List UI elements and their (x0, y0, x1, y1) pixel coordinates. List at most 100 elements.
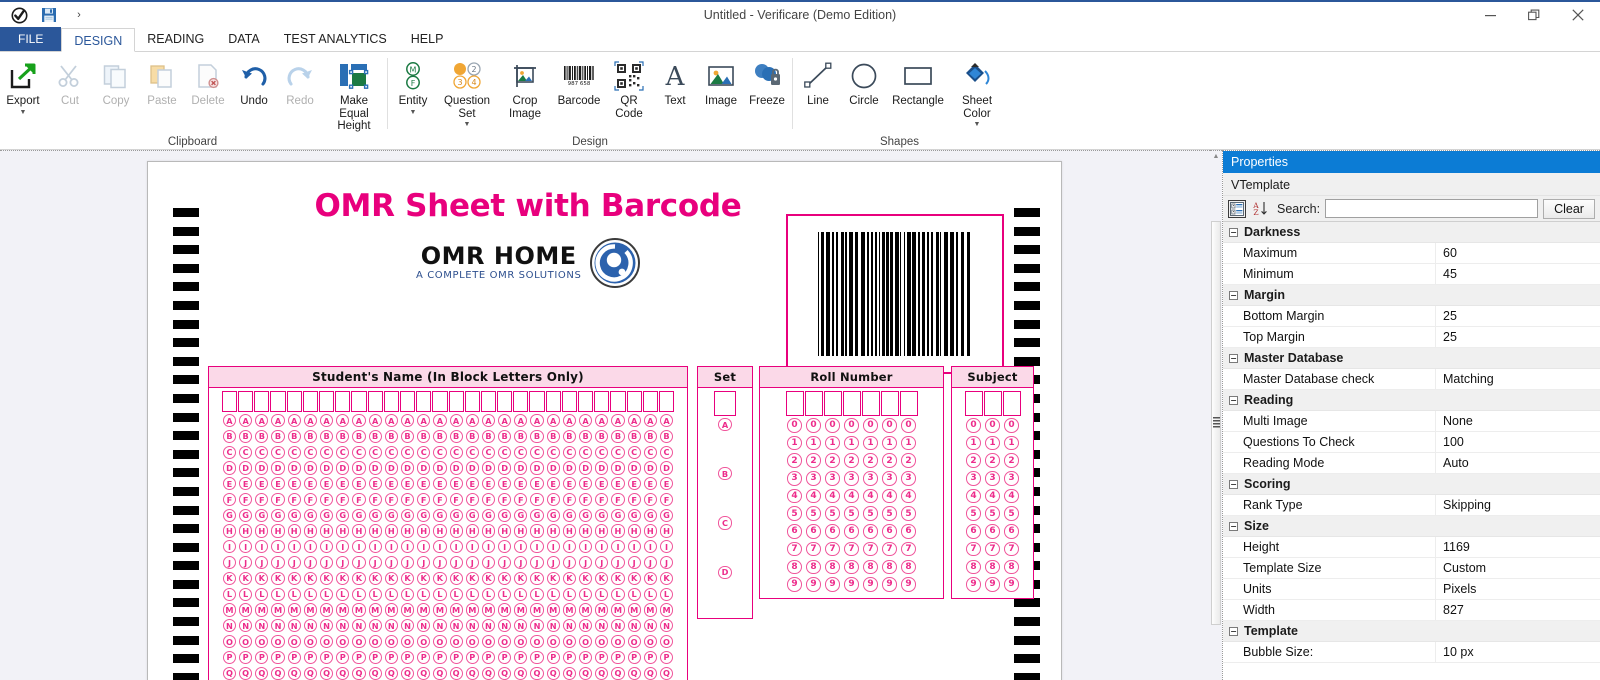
bubble[interactable]: 4 (863, 488, 878, 504)
bubble[interactable]: P (368, 650, 382, 664)
bubble[interactable]: H (384, 524, 398, 538)
write-in-box[interactable] (861, 391, 880, 416)
bubble[interactable]: D (611, 461, 625, 475)
property-row[interactable]: Width 827 (1223, 599, 1600, 621)
bubble[interactable]: G (481, 508, 496, 522)
bubble[interactable]: K (659, 571, 674, 585)
bubble[interactable]: J (481, 556, 496, 570)
bubble[interactable]: Q (255, 666, 269, 680)
scrollbar-thumb[interactable] (1211, 220, 1221, 625)
bubble[interactable]: D (530, 461, 544, 475)
bubble[interactable]: B (643, 429, 657, 443)
bubble[interactable]: J (417, 556, 431, 570)
bubble[interactable]: 1 (901, 435, 916, 451)
bubble[interactable]: I (498, 540, 512, 554)
property-value[interactable]: 1169 (1435, 536, 1600, 558)
bubble[interactable]: L (271, 587, 285, 601)
bubble[interactable]: L (627, 587, 641, 601)
bubble[interactable]: G (611, 508, 625, 522)
bubble[interactable]: G (514, 508, 528, 522)
bubble[interactable]: P (320, 650, 334, 664)
bubble[interactable]: 6 (787, 524, 802, 539)
bubble[interactable]: F (384, 492, 398, 507)
bubble[interactable]: G (255, 508, 269, 522)
bubble[interactable]: C (255, 445, 269, 459)
bubble[interactable]: O (287, 634, 301, 649)
bubble[interactable]: G (449, 508, 463, 522)
bubble[interactable]: A (465, 414, 479, 428)
bubble[interactable]: Q (595, 666, 609, 680)
bubble[interactable]: F (417, 492, 431, 507)
bubble[interactable]: C (303, 445, 317, 459)
bubble[interactable]: N (336, 619, 350, 633)
omr-block-set[interactable]: Set A B C D (697, 366, 753, 619)
bubble[interactable]: N (498, 619, 512, 633)
bubble[interactable]: P (611, 650, 625, 664)
bubble[interactable]: Q (336, 666, 350, 680)
bubble[interactable]: H (562, 524, 576, 538)
bubble[interactable]: N (400, 619, 415, 633)
bubble[interactable]: 7 (844, 541, 859, 557)
bubble[interactable]: J (400, 556, 415, 570)
bubble[interactable]: E (303, 477, 317, 491)
bubble[interactable]: K (255, 571, 269, 585)
bubble[interactable]: G (465, 508, 479, 522)
bubble[interactable]: J (514, 556, 528, 570)
restore-button[interactable] (1512, 1, 1556, 29)
bubble[interactable]: K (368, 571, 382, 585)
bubble[interactable]: 5 (966, 506, 981, 521)
bubble[interactable]: L (433, 587, 447, 601)
bubble[interactable]: C (643, 445, 657, 459)
bubble[interactable]: G (368, 508, 382, 522)
bubble[interactable]: H (449, 524, 463, 538)
bubble[interactable]: 3 (901, 471, 916, 486)
bubble[interactable]: H (481, 524, 496, 538)
bubble[interactable]: M (271, 603, 285, 617)
bubble[interactable]: J (643, 556, 657, 570)
bubble[interactable]: P (595, 650, 609, 664)
bubble[interactable]: B (303, 429, 317, 443)
bubble[interactable]: A (579, 414, 593, 428)
bubble[interactable]: 6 (985, 524, 1000, 539)
bubble[interactable]: D (433, 461, 447, 475)
bubble[interactable]: 5 (787, 506, 802, 521)
bubble[interactable]: F (530, 492, 544, 507)
bubble[interactable]: L (320, 587, 334, 601)
bubble[interactable]: 9 (825, 577, 840, 592)
bubble[interactable]: M (530, 603, 544, 617)
bubble[interactable]: G (417, 508, 431, 522)
bubble[interactable]: F (562, 492, 576, 507)
bubble[interactable]: D (303, 461, 317, 475)
bubble[interactable]: N (627, 619, 641, 633)
write-in-box[interactable] (319, 391, 335, 412)
bubble[interactable]: I (481, 540, 496, 554)
bubble[interactable]: L (465, 587, 479, 601)
bubble[interactable]: C (481, 445, 496, 459)
bubble[interactable]: J (659, 556, 674, 570)
write-in-box[interactable] (238, 391, 254, 412)
bubble[interactable]: O (643, 634, 657, 649)
bubble[interactable]: J (271, 556, 285, 570)
bubble[interactable]: E (643, 477, 657, 491)
bubble[interactable]: G (400, 508, 415, 522)
make-equal-height-button[interactable]: Make Equal Height (323, 56, 385, 133)
bubble[interactable]: N (530, 619, 544, 633)
copy-button[interactable]: Copy (93, 56, 139, 124)
bubble[interactable]: 5 (882, 506, 897, 521)
bubble[interactable]: N (465, 619, 479, 633)
bubble[interactable]: K (417, 571, 431, 585)
bubble[interactable]: Q (659, 666, 674, 680)
bubble[interactable]: Q (271, 666, 285, 680)
write-in-box[interactable] (880, 391, 899, 416)
bubble[interactable]: I (255, 540, 269, 554)
bubble[interactable]: O (481, 634, 496, 649)
bubble[interactable]: B (530, 429, 544, 443)
bubble[interactable]: 9 (966, 577, 981, 592)
collapse-icon[interactable]: − (1229, 395, 1238, 405)
bubble[interactable]: K (352, 571, 366, 585)
bubble[interactable]: O (222, 634, 237, 649)
circle-button[interactable]: Circle (841, 56, 887, 124)
bubble[interactable]: H (222, 524, 237, 538)
bubble[interactable]: E (287, 477, 301, 491)
bubble[interactable]: B (320, 429, 334, 443)
